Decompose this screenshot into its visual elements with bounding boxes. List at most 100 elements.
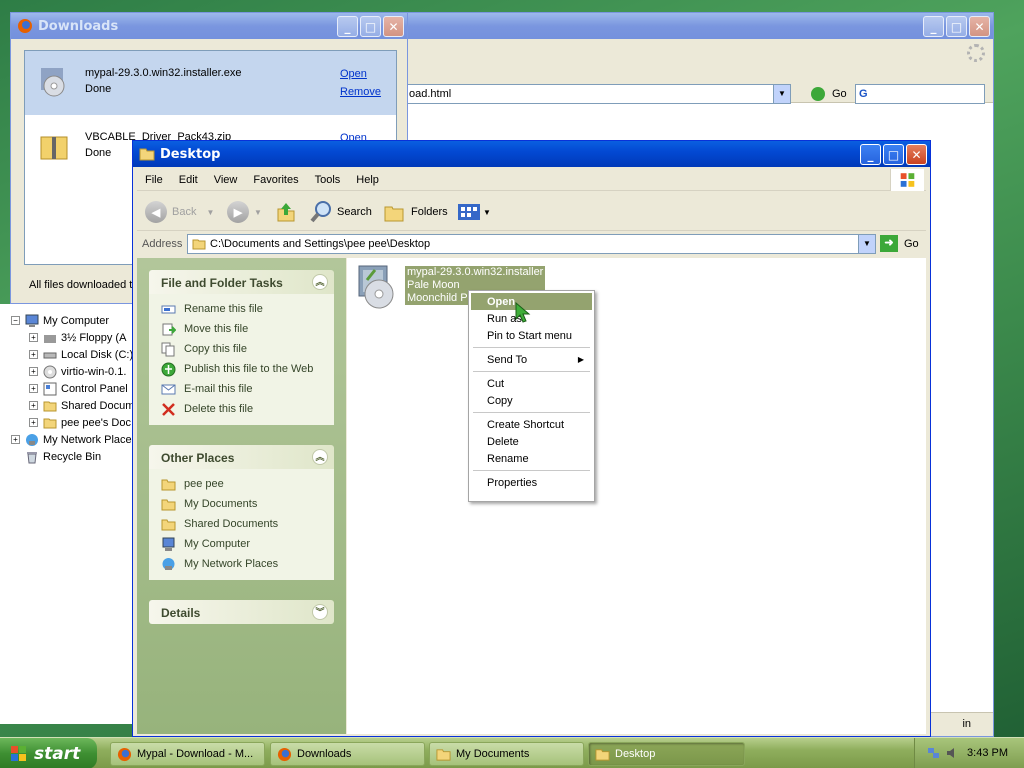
go-icon[interactable] (811, 87, 825, 101)
views-dropdown-icon[interactable]: ▼ (483, 208, 491, 217)
taskbar-item-mypal[interactable]: Mypal - Download - M... (110, 742, 265, 766)
task-move-file[interactable]: Move this file (161, 319, 334, 339)
taskbar-item-my-documents[interactable]: My Documents (429, 742, 584, 766)
up-folder-button[interactable] (275, 199, 297, 225)
volume-tray-icon[interactable] (945, 746, 959, 760)
details-header[interactable]: Details ︾ (149, 600, 334, 624)
address-input[interactable]: C:\Documents and Settings\pee pee\Deskto… (187, 234, 876, 254)
place-shared-documents[interactable]: Shared Documents (161, 514, 334, 534)
menu-properties[interactable]: Properties (471, 474, 592, 491)
menu-tools[interactable]: Tools (307, 174, 349, 186)
maximize-button[interactable]: □ (360, 16, 381, 37)
minimize-button[interactable]: _ (923, 16, 944, 37)
mouse-cursor-icon (515, 302, 531, 323)
download-item[interactable]: mypal-29.3.0.win32.installer.exe Done Op… (25, 51, 396, 115)
tree-item-cd-drive[interactable]: + virtio-win-0.1. (29, 363, 126, 380)
menu-rename[interactable]: Rename (471, 450, 592, 467)
place-my-network-places[interactable]: My Network Places (161, 554, 334, 574)
expand-icon[interactable]: + (29, 401, 38, 410)
expand-icon[interactable]: + (11, 435, 20, 444)
go-button[interactable]: ➜ Go (880, 235, 919, 252)
close-button[interactable]: ✕ (969, 16, 990, 37)
task-publish-web[interactable]: Publish this file to the Web (161, 359, 334, 379)
start-button[interactable]: start (0, 738, 97, 768)
task-email-file[interactable]: E-mail this file (161, 379, 334, 399)
taskbar-item-downloads[interactable]: Downloads (270, 742, 425, 766)
file-list-area[interactable]: mypal-29.3.0.win32.installer Pale Moon M… (347, 258, 926, 734)
maximize-button[interactable]: □ (883, 144, 904, 165)
place-my-computer[interactable]: My Computer (161, 534, 334, 554)
search-engine-icon[interactable]: G (859, 88, 868, 100)
tree-item-recycle-bin[interactable]: Recycle Bin (25, 448, 101, 465)
menu-delete[interactable]: Delete (471, 433, 592, 450)
tree-item-my-computer[interactable]: − My Computer (11, 312, 109, 329)
collapse-icon[interactable]: ︽ (312, 274, 328, 290)
close-button[interactable]: ✕ (906, 144, 927, 165)
menu-favorites[interactable]: Favorites (245, 174, 306, 186)
collapse-icon[interactable]: ︽ (312, 449, 328, 465)
place-user-folder[interactable]: pee pee (161, 474, 334, 494)
menu-cut[interactable]: Cut (471, 375, 592, 392)
firefox-icon (117, 747, 132, 761)
collapse-icon[interactable]: − (11, 316, 20, 325)
expand-icon[interactable]: + (29, 418, 38, 427)
tree-item-local-disk[interactable]: + Local Disk (C:) (29, 346, 133, 363)
taskbar-item-desktop[interactable]: Desktop (588, 742, 745, 766)
go-label[interactable]: Go (832, 88, 847, 100)
explorer-titlebar[interactable]: Desktop _ □ ✕ (133, 141, 930, 167)
open-link[interactable]: Open (340, 68, 367, 80)
tree-item-shared-documents[interactable]: + Shared Docum (29, 397, 134, 414)
expand-icon[interactable]: ︾ (312, 604, 328, 620)
expand-icon[interactable]: + (29, 384, 38, 393)
folders-button[interactable]: Folders (383, 199, 448, 225)
back-button[interactable]: ◀ Back ▼ (145, 199, 214, 225)
tree-item-control-panel[interactable]: + Control Panel (29, 380, 128, 397)
browser-status-text: in (962, 718, 971, 730)
forward-button[interactable]: ▶ ▼ (227, 199, 262, 225)
folders-label: Folders (411, 206, 448, 218)
tree-item-network-places[interactable]: + My Network Place (11, 431, 132, 448)
network-tray-icon[interactable] (927, 746, 941, 760)
menu-edit[interactable]: Edit (171, 174, 206, 186)
views-button[interactable]: ▼ (457, 199, 491, 225)
expand-icon[interactable]: + (29, 350, 38, 359)
menu-create-shortcut[interactable]: Create Shortcut (471, 416, 592, 433)
minimize-button[interactable]: _ (337, 16, 358, 37)
menu-file[interactable]: File (137, 174, 171, 186)
close-button[interactable]: ✕ (383, 16, 404, 37)
taskbar-item-label: Mypal - Download - M... (137, 748, 254, 760)
back-dropdown-icon[interactable]: ▼ (206, 208, 214, 217)
other-places-header[interactable]: Other Places ︽ (149, 445, 334, 469)
menu-help[interactable]: Help (348, 174, 387, 186)
menu-send-to[interactable]: Send To ▶ (471, 351, 592, 368)
menu-pin-start[interactable]: Pin to Start menu (471, 327, 592, 344)
menu-copy[interactable]: Copy (471, 392, 592, 409)
file-folder-tasks-header[interactable]: File and Folder Tasks ︽ (149, 270, 334, 294)
browser-titlebar[interactable]: _ □ ✕ (393, 13, 993, 39)
tree-item-user-documents[interactable]: + pee pee's Doc (29, 414, 131, 431)
task-label: Publish this file to the Web (184, 363, 314, 375)
forward-dropdown-icon[interactable]: ▼ (254, 208, 262, 217)
downloads-titlebar[interactable]: Downloads _ □ ✕ (11, 13, 407, 39)
menu-open[interactable]: Open (471, 293, 592, 310)
taskbar-item-label: Downloads (297, 748, 352, 760)
task-rename-file[interactable]: Rename this file (161, 299, 334, 319)
expand-icon[interactable]: + (29, 333, 38, 342)
clock[interactable]: 3:43 PM (967, 747, 1008, 759)
address-dropdown-button[interactable]: ▼ (858, 235, 875, 253)
menu-run-as[interactable]: Run as (471, 310, 592, 327)
task-delete-file[interactable]: Delete this file (161, 399, 334, 419)
url-dropdown-button[interactable]: ▼ (773, 85, 790, 103)
place-my-documents[interactable]: My Documents (161, 494, 334, 514)
tree-item-floppy[interactable]: + 3½ Floppy (A (29, 329, 126, 346)
url-input[interactable]: oad.html ▼ (403, 84, 791, 104)
place-label: pee pee (184, 478, 224, 490)
expand-icon[interactable]: + (29, 367, 38, 376)
search-button[interactable]: Search (309, 199, 372, 225)
remove-link[interactable]: Remove (340, 86, 381, 98)
menu-view[interactable]: View (206, 174, 246, 186)
search-engine-input[interactable]: G (855, 84, 985, 104)
task-copy-file[interactable]: Copy this file (161, 339, 334, 359)
minimize-button[interactable]: _ (860, 144, 881, 165)
maximize-button[interactable]: □ (946, 16, 967, 37)
